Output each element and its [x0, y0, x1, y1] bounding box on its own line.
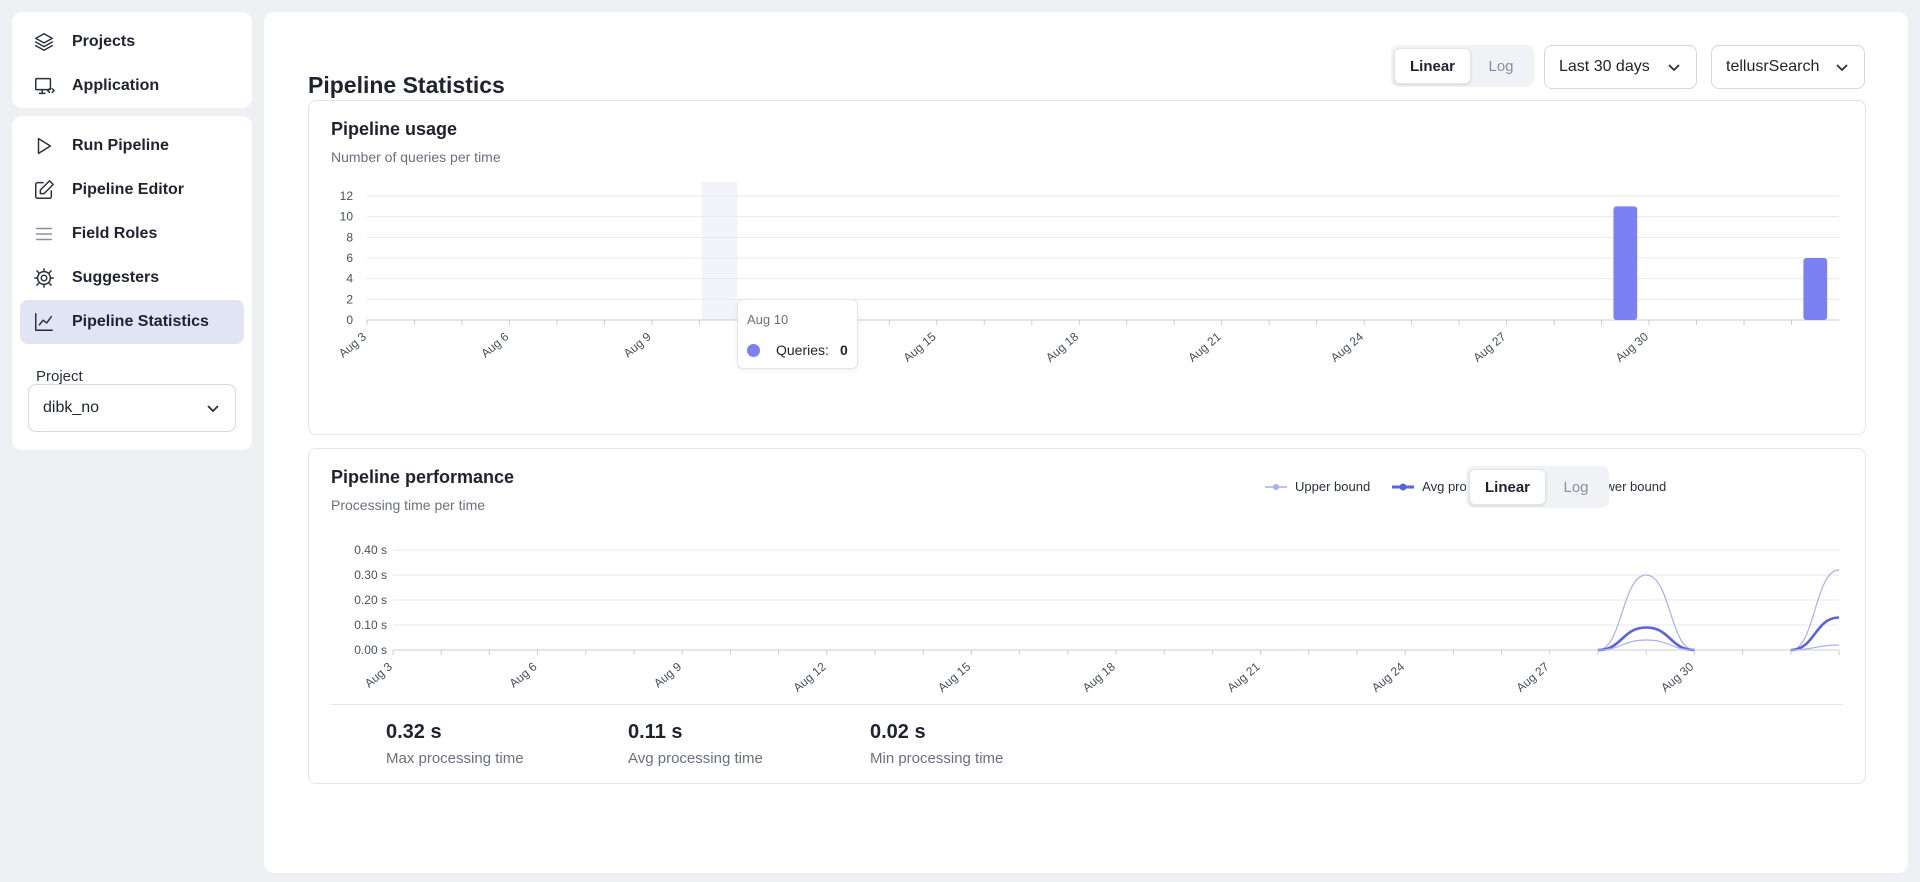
performance-chart: 0.00 s 0.10 s 0.20 s 0.30 s 0.40 s Aug 3 Aug 6…	[354, 543, 1840, 695]
performance-stats: 0.32 s Max processing time 0.11 s Avg pr…	[331, 704, 1843, 767]
tooltip-label: Queries:	[776, 342, 829, 358]
x-tick-label: Aug 15	[901, 329, 939, 364]
sidebar-item-pipeline-statistics[interactable]: Pipeline Statistics	[20, 300, 244, 344]
stat-label: Max processing time	[386, 750, 524, 767]
sidebar-item-label: Field Roles	[72, 225, 158, 242]
chevron-down-icon	[1834, 59, 1850, 75]
y-tick-label: 0.10 s	[354, 618, 387, 632]
pipeline-select[interactable]: tellusrSearch	[1711, 45, 1865, 89]
y-tick-label: 0.20 s	[354, 593, 387, 607]
x-tick-label: Aug 18	[1080, 659, 1118, 694]
sidebar-top: Projects Application	[12, 12, 252, 108]
sidebar-item-label: Run Pipeline	[72, 137, 169, 154]
stat-min: 0.02 s Min processing time	[870, 721, 1003, 767]
bar	[1803, 258, 1828, 320]
list-icon	[32, 222, 56, 246]
x-tick-label: Aug 27	[1470, 329, 1508, 364]
project-label: Project	[36, 368, 83, 385]
stat-value: 0.11 s	[628, 721, 683, 743]
sidebar-item-projects[interactable]: Projects	[20, 20, 244, 64]
x-tick-label: Aug 24	[1328, 329, 1366, 364]
sidebar-item-label: Projects	[72, 33, 136, 50]
sidebar-item-field-roles[interactable]: Field Roles	[20, 212, 244, 256]
sidebar-item-label: Pipeline Statistics	[72, 313, 209, 330]
usage-chart: 024681012Aug 3Aug 6Aug 9Aug 12Aug 15Aug …	[336, 182, 1839, 365]
sidebar-item-label: Pipeline Editor	[72, 181, 185, 198]
stat-value: 0.02 s	[870, 721, 926, 743]
chevron-down-icon	[205, 400, 221, 416]
tooltip-date: Aug 10	[747, 312, 789, 327]
x-tick-label: Aug 15	[935, 659, 973, 694]
scale-toggle: Linear Log	[1391, 45, 1534, 87]
x-tick-label: Aug 6	[507, 659, 540, 690]
stat-avg: 0.11 s Avg processing time	[628, 721, 763, 767]
x-tick-label: Aug 24	[1369, 659, 1407, 694]
pipeline-value: tellusrSearch	[1726, 58, 1820, 75]
series-line	[1790, 569, 1840, 651]
bar	[1613, 206, 1638, 320]
main-panel: Pipeline Statistics Linear Log Last 30 d…	[264, 12, 1908, 873]
y-tick-label: 8	[346, 230, 353, 244]
edit-icon	[32, 178, 56, 202]
date-range-value: Last 30 days	[1559, 58, 1650, 75]
layers-icon	[32, 30, 56, 54]
stat-label: Min processing time	[870, 750, 1004, 767]
scale-log-button[interactable]: Log	[1471, 48, 1531, 84]
sidebar-item-pipeline-editor[interactable]: Pipeline Editor	[20, 168, 244, 212]
x-tick-label: Aug 21	[1185, 329, 1223, 364]
date-range-select[interactable]: Last 30 days	[1544, 45, 1697, 89]
tooltip-value: 0	[840, 342, 848, 358]
x-tick-label: Aug 12	[791, 659, 829, 694]
y-tick-label: 0	[346, 313, 353, 327]
pipeline-usage-card: Pipeline usage Number of queries per tim…	[308, 100, 1866, 435]
monitor-code-icon	[32, 74, 56, 98]
sidebar-item-suggesters[interactable]: Suggesters	[20, 256, 244, 300]
x-tick-label: Aug 9	[621, 329, 654, 360]
tooltip-series-dot	[747, 344, 760, 357]
page-title: Pipeline Statistics	[308, 72, 505, 98]
x-tick-label: Aug 18	[1043, 329, 1081, 364]
y-tick-label: 6	[346, 251, 353, 265]
y-tick-label: 4	[346, 272, 353, 286]
x-tick-label: Aug 6	[478, 329, 511, 360]
y-tick-label: 0.40 s	[354, 543, 387, 557]
x-tick-label: Aug 27	[1514, 659, 1552, 694]
chart-line-icon	[32, 310, 56, 334]
sidebar-item-application[interactable]: Application	[20, 64, 244, 108]
project-value: dibk_no	[43, 399, 100, 416]
y-tick-label: 0.00 s	[354, 643, 387, 657]
project-select[interactable]: dibk_no	[28, 384, 236, 432]
sidebar-item-label: Application	[72, 77, 160, 94]
y-tick-label: 12	[340, 189, 354, 203]
stat-value: 0.32 s	[386, 721, 442, 743]
stat-max: 0.32 s Max processing time	[386, 721, 524, 767]
stat-label: Avg processing time	[628, 750, 763, 767]
series-line	[1597, 574, 1695, 651]
chevron-down-icon	[1666, 59, 1682, 75]
play-icon	[32, 134, 56, 158]
x-tick-label: Aug 30	[1658, 659, 1696, 694]
sidebar-item-label: Suggesters	[72, 269, 160, 286]
x-tick-label: Aug 30	[1613, 329, 1651, 364]
x-tick-label: Aug 3	[336, 329, 369, 360]
scale-linear-button[interactable]: Linear	[1394, 48, 1471, 84]
y-tick-label: 0.30 s	[354, 568, 387, 582]
gear-icon	[32, 266, 56, 290]
y-tick-label: 10	[340, 210, 354, 224]
x-tick-label: Aug 3	[362, 659, 395, 690]
chart-tooltip: Aug 10 Queries: 0	[737, 299, 858, 369]
sidebar-main: Run Pipeline Pipeline Editor Field Roles…	[12, 116, 252, 450]
x-tick-label: Aug 21	[1224, 659, 1262, 694]
sidebar-item-run-pipeline[interactable]: Run Pipeline	[20, 124, 244, 168]
y-tick-label: 2	[346, 292, 353, 306]
pipeline-performance-card: Pipeline performance Processing time per…	[308, 448, 1866, 784]
x-tick-label: Aug 9	[651, 659, 684, 690]
